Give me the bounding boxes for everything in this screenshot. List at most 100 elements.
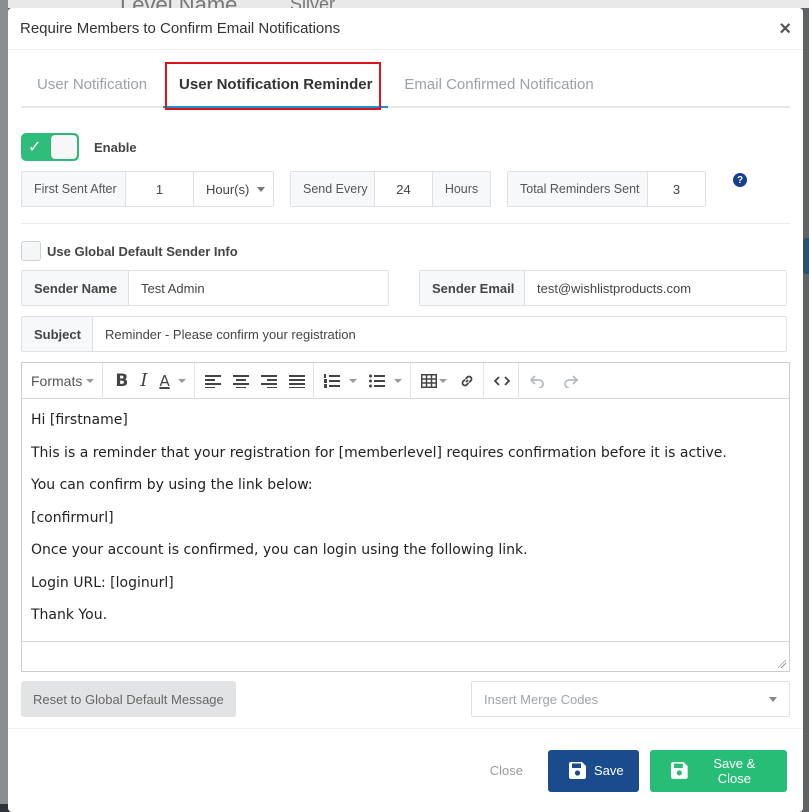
- tab-user-notification[interactable]: User Notification: [21, 64, 163, 106]
- redo-button[interactable]: [557, 363, 585, 399]
- message-editor: Formats B I A Hi [firstname] This is a r…: [21, 362, 790, 672]
- merge-codes-placeholder: Insert Merge Codes: [484, 691, 599, 707]
- background-page: Level Name Silver: [0, 0, 809, 17]
- code-icon: [493, 375, 510, 386]
- reset-default-message-button[interactable]: Reset to Global Default Message: [21, 681, 236, 717]
- editor-toolbar: Formats B I A: [22, 362, 789, 399]
- bullet-list-icon: [368, 374, 385, 387]
- text-color-button[interactable]: A: [153, 362, 195, 399]
- numbered-list-button[interactable]: [318, 363, 363, 399]
- redo-icon: [563, 374, 578, 388]
- justify-icon: [288, 374, 305, 388]
- editor-statusbar: [22, 641, 789, 671]
- table-icon: [420, 373, 437, 388]
- justify-button[interactable]: [283, 362, 314, 399]
- floppy-disk-icon: [670, 762, 688, 779]
- save-and-close-button[interactable]: Save & Close: [650, 749, 787, 792]
- subject-row: Subject Reminder - Please confirm your r…: [21, 316, 790, 352]
- align-center-icon: [232, 374, 249, 388]
- email-notifications-modal: Require Members to Confirm Email Notific…: [8, 8, 803, 812]
- schedule-row: First Sent After 1 Hour(s) Send Every 24…: [21, 171, 790, 207]
- subject-label: Subject: [22, 317, 93, 351]
- enable-label: Enable: [94, 139, 137, 155]
- chevron-down-icon: [393, 378, 402, 383]
- notification-tabs: User Notification User Notification Remi…: [21, 62, 790, 110]
- total-reminders-label: Total Reminders Sent: [508, 172, 648, 206]
- message-line: This is a reminder that your registratio…: [31, 444, 727, 461]
- section-divider: [21, 223, 790, 224]
- save-and-close-button-label: Save & Close: [713, 755, 756, 786]
- first-sent-unit-select[interactable]: Hour(s): [193, 172, 273, 206]
- italic-button[interactable]: I: [134, 363, 153, 399]
- resize-handle-icon[interactable]: [778, 660, 786, 668]
- enable-toggle[interactable]: ✓: [21, 133, 79, 161]
- use-global-sender-checkbox[interactable]: [21, 241, 41, 261]
- bold-button[interactable]: B: [109, 363, 134, 399]
- chevron-down-icon: [86, 378, 95, 383]
- editor-actions-row: Reset to Global Default Message Insert M…: [21, 681, 790, 717]
- message-line: Hi [firstname]: [31, 412, 128, 428]
- total-reminders-input[interactable]: 3: [648, 172, 705, 206]
- align-right-icon: [260, 374, 277, 388]
- send-every-input[interactable]: 24: [375, 172, 432, 206]
- message-line: Once your account is confirmed, you can …: [31, 542, 528, 558]
- first-sent-unit-value: Hour(s): [206, 181, 250, 197]
- sender-name-label: Sender Name: [22, 271, 129, 305]
- global-sender-row: Use Global Default Sender Info: [21, 241, 790, 261]
- chevron-down-icon: [348, 378, 357, 383]
- align-right-button[interactable]: [255, 363, 283, 399]
- sender-email-input[interactable]: test@wishlistproducts.com: [525, 271, 786, 305]
- save-button-label: Save: [594, 763, 624, 778]
- first-sent-after-label: First Sent After: [22, 172, 126, 206]
- sender-row: Sender Name Test Admin Sender Email test…: [21, 270, 790, 306]
- bold-icon: B: [115, 370, 129, 391]
- sender-name-group: Sender Name Test Admin: [21, 270, 389, 306]
- modal-body: User Notification User Notification Remi…: [8, 62, 803, 717]
- message-line: Login URL: [loginurl]: [31, 574, 174, 591]
- save-button[interactable]: Save: [548, 749, 639, 792]
- chevron-down-icon: [769, 696, 777, 702]
- floppy-disk-icon: [569, 762, 586, 779]
- bullet-list-button[interactable]: [363, 362, 411, 399]
- link-button[interactable]: [453, 362, 484, 399]
- close-button[interactable]: Close: [490, 763, 523, 778]
- italic-icon: I: [140, 370, 148, 391]
- formats-dropdown[interactable]: Formats: [22, 362, 104, 399]
- send-every-unit: Hours: [432, 172, 490, 206]
- use-global-sender-label: Use Global Default Sender Info: [47, 243, 238, 259]
- sender-email-label: Sender Email: [420, 271, 525, 305]
- chevron-down-icon: [257, 186, 266, 192]
- table-button[interactable]: [415, 363, 453, 399]
- source-code-button[interactable]: [488, 362, 519, 399]
- text-color-icon: A: [159, 371, 170, 390]
- modal-footer: Close Save Save & Close: [8, 728, 803, 812]
- undo-button[interactable]: [523, 363, 551, 399]
- align-left-button[interactable]: [199, 363, 227, 399]
- first-sent-after-group: First Sent After 1 Hour(s): [21, 171, 274, 207]
- sender-email-group: Sender Email test@wishlistproducts.com: [419, 270, 787, 306]
- check-icon: ✓: [28, 139, 42, 156]
- subject-group: Subject Reminder - Please confirm your r…: [21, 316, 787, 352]
- align-left-icon: [204, 374, 221, 388]
- send-every-label: Send Every: [291, 172, 375, 206]
- send-every-group: Send Every 24 Hours: [290, 171, 491, 207]
- first-sent-after-input[interactable]: 1: [126, 172, 193, 206]
- undo-icon: [529, 374, 544, 388]
- modal-header: Require Members to Confirm Email Notific…: [8, 8, 803, 50]
- toggle-knob: [51, 135, 77, 159]
- close-icon[interactable]: ×: [779, 19, 791, 39]
- editor-content[interactable]: Hi [firstname] This is a reminder that y…: [22, 399, 789, 632]
- insert-merge-codes-select[interactable]: Insert Merge Codes: [471, 681, 790, 717]
- sender-name-input[interactable]: Test Admin: [129, 271, 388, 305]
- tab-user-notification-reminder[interactable]: User Notification Reminder: [163, 64, 389, 108]
- align-center-button[interactable]: [227, 363, 255, 399]
- background-sidebar: [0, 0, 8, 812]
- chevron-down-icon: [177, 378, 186, 383]
- subject-input[interactable]: Reminder - Please confirm your registrat…: [93, 317, 786, 351]
- help-icon[interactable]: ?: [733, 173, 747, 187]
- total-reminders-group: Total Reminders Sent 3: [507, 171, 706, 207]
- tab-email-confirmed-notification[interactable]: Email Confirmed Notification: [388, 64, 609, 106]
- modal-title: Require Members to Confirm Email Notific…: [20, 20, 341, 37]
- message-line: Thank You.: [31, 607, 108, 623]
- numbered-list-icon: [323, 373, 340, 388]
